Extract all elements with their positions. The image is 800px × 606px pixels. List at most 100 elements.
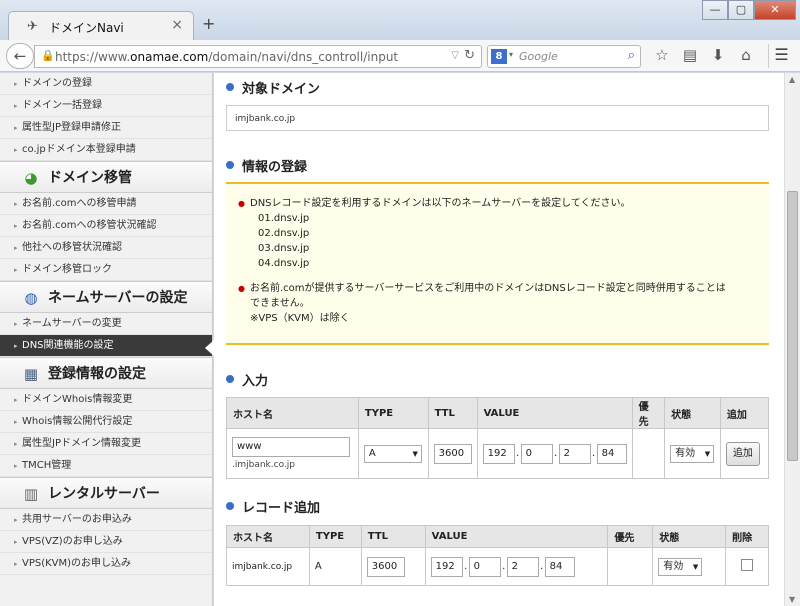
- sidebar-item[interactable]: VPS(KVM)のお申し込み: [0, 553, 212, 575]
- window-controls: — ▢ ✕: [702, 0, 796, 20]
- transfer-icon: ◕: [24, 169, 38, 187]
- input-table: ホスト名 TYPE TTL VALUE 優先 状態 追加 www .imjban…: [226, 397, 770, 479]
- sidebar-item[interactable]: 属性型JPドメイン情報変更: [0, 433, 212, 455]
- registration-icon: ▦: [23, 365, 39, 383]
- sidebar-section-transfer: ◕ ドメイン移管: [0, 161, 212, 193]
- sidebar-item[interactable]: 共用サーバーのお申込み: [0, 509, 212, 531]
- host-suffix: .imjbank.co.jp: [232, 460, 296, 470]
- main-content: 対象ドメイン imjbank.co.jp 情報の登録 DNSレコード設定を利用す…: [214, 73, 784, 606]
- column-header: TTL: [360, 525, 426, 548]
- sidebar-item[interactable]: co.jpドメイン本登録申請: [0, 139, 212, 161]
- record-ip-octet-2[interactable]: 0: [468, 556, 501, 577]
- url-bar[interactable]: 🔒 https://www.onamae.com/domain/navi/dns…: [34, 45, 482, 68]
- target-domain-value: imjbank.co.jp: [226, 105, 769, 131]
- tab-close-icon[interactable]: ×: [171, 17, 183, 33]
- new-tab-button[interactable]: +: [202, 14, 215, 33]
- section-title: ネームサーバーの設定: [48, 290, 188, 306]
- sidebar-item-active[interactable]: DNS関連機能の設定: [0, 335, 212, 357]
- column-header: 優先: [607, 525, 654, 548]
- section-title: 登録情報の設定: [48, 366, 146, 382]
- sidebar-item[interactable]: お名前.comへの移管状況確認: [0, 215, 212, 237]
- sidebar-item[interactable]: ネームサーバーの変更: [0, 313, 212, 335]
- column-header: TYPE: [308, 525, 362, 548]
- ip-octet-1[interactable]: 192: [482, 443, 515, 464]
- scroll-down-icon[interactable]: ▼: [789, 595, 795, 604]
- type-select[interactable]: A: [363, 444, 422, 463]
- scroll-thumb[interactable]: [787, 191, 798, 461]
- record-status-select[interactable]: 有効: [658, 557, 703, 576]
- delete-checkbox[interactable]: [741, 559, 754, 571]
- search-icon[interactable]: ⌕: [628, 48, 635, 63]
- vertical-scrollbar[interactable]: ▲ ▼: [784, 73, 800, 606]
- add-button[interactable]: 追加: [725, 441, 760, 466]
- record-ip-octet-3[interactable]: 2: [506, 556, 539, 577]
- minimize-button[interactable]: —: [702, 0, 728, 20]
- chevron-down-icon[interactable]: ▾: [509, 50, 513, 59]
- record-ip-octet-1[interactable]: 192: [430, 556, 463, 577]
- info-line: DNSレコード設定を利用するドメインは以下のネームサーバーを設定してください。: [238, 196, 755, 211]
- input-heading: 入力: [226, 370, 268, 389]
- sidebar-item[interactable]: お名前.comへの移管申請: [0, 193, 212, 215]
- column-header: 状態: [652, 525, 727, 548]
- column-header: 削除: [725, 525, 769, 548]
- download-icon[interactable]: ⬇: [704, 46, 732, 64]
- record-table: ホスト名 TYPE TTL VALUE 優先 状態 削除 imjbank.co.…: [226, 525, 769, 586]
- sidebar-item[interactable]: ドメインの登録: [0, 73, 212, 95]
- column-header: ホスト名: [226, 397, 359, 429]
- column-header: TYPE: [357, 397, 429, 429]
- sidebar-item[interactable]: TMCH管理: [0, 455, 212, 477]
- nameserver-item: 04.dnsv.jp: [258, 258, 310, 269]
- section-title: レンタルサーバー: [48, 486, 160, 502]
- reload-icon[interactable]: ↻: [464, 48, 475, 63]
- ip-octet-4[interactable]: 84: [596, 443, 627, 464]
- target-domain-heading: 対象ドメイン: [226, 78, 320, 97]
- sidebar-item[interactable]: ドメインWhois情報変更: [0, 389, 212, 411]
- record-ip-octet-4[interactable]: 84: [544, 556, 575, 577]
- sidebar-item[interactable]: ドメイン移管ロック: [0, 259, 212, 281]
- toolbar-icons: ☆ ▤ ⬇ ⌂: [648, 46, 760, 64]
- browser-tab[interactable]: ✈ ドメインNavi ×: [8, 11, 194, 40]
- priority-cell: [607, 547, 654, 586]
- lock-icon: 🔒: [41, 49, 55, 62]
- home-icon[interactable]: ⌂: [732, 46, 760, 64]
- maximize-button[interactable]: ▢: [728, 0, 754, 20]
- column-header: 追加: [719, 397, 770, 429]
- nameserver-item: 03.dnsv.jp: [258, 243, 310, 254]
- navigation-bar: ← 🔒 https://www.onamae.com/domain/navi/d…: [0, 40, 800, 72]
- title-bar: ✈ ドメインNavi × + — ▢ ✕: [0, 0, 800, 40]
- status-select[interactable]: 有効: [670, 444, 715, 463]
- search-bar[interactable]: 8 ▾ Google ⌕: [487, 45, 641, 68]
- priority-cell: [631, 428, 666, 479]
- column-header: VALUE: [476, 397, 633, 429]
- sidebar-item[interactable]: ドメイン一括登録: [0, 95, 212, 117]
- url-text[interactable]: https://www.onamae.com/domain/navi/dns_c…: [55, 50, 398, 64]
- favicon-icon: ✈: [27, 19, 38, 34]
- column-header: VALUE: [424, 525, 609, 548]
- nameserver-item: 01.dnsv.jp: [258, 213, 310, 224]
- ip-octet-3[interactable]: 2: [558, 443, 591, 464]
- table-row: imjbank.co.jp A 3600 192. 0. 2. 84 有効: [226, 547, 769, 586]
- sidebar-item[interactable]: VPS(VZ)のお申し込み: [0, 531, 212, 553]
- record-ttl-input[interactable]: 3600: [366, 556, 405, 577]
- sidebar-item[interactable]: 属性型JP登録申請修正: [0, 117, 212, 139]
- scroll-up-icon[interactable]: ▲: [789, 75, 795, 84]
- server-icon: ▥: [23, 485, 39, 503]
- reading-list-icon[interactable]: ▤: [676, 46, 704, 64]
- column-header: TTL: [427, 397, 478, 429]
- back-button[interactable]: ←: [6, 43, 34, 69]
- sidebar-item[interactable]: 他社への移管状況確認: [0, 237, 212, 259]
- search-input[interactable]: Google: [519, 50, 558, 63]
- dropdown-arrow-icon[interactable]: ▽: [451, 50, 459, 61]
- sidebar-item[interactable]: Whois情報公開代行設定: [0, 411, 212, 433]
- ttl-input[interactable]: 3600: [433, 443, 472, 464]
- search-engine-icon[interactable]: 8: [491, 49, 507, 64]
- sidebar-section-nameserver: ◍ ネームサーバーの設定: [0, 281, 212, 313]
- info-line: できません。: [250, 298, 310, 309]
- section-title: ドメイン移管: [48, 170, 132, 186]
- close-window-button[interactable]: ✕: [754, 0, 796, 20]
- host-input[interactable]: www: [232, 437, 350, 457]
- bookmark-star-icon[interactable]: ☆: [648, 46, 676, 64]
- active-item-pointer: [205, 340, 214, 356]
- menu-icon[interactable]: ☰: [768, 44, 794, 68]
- ip-octet-2[interactable]: 0: [520, 443, 553, 464]
